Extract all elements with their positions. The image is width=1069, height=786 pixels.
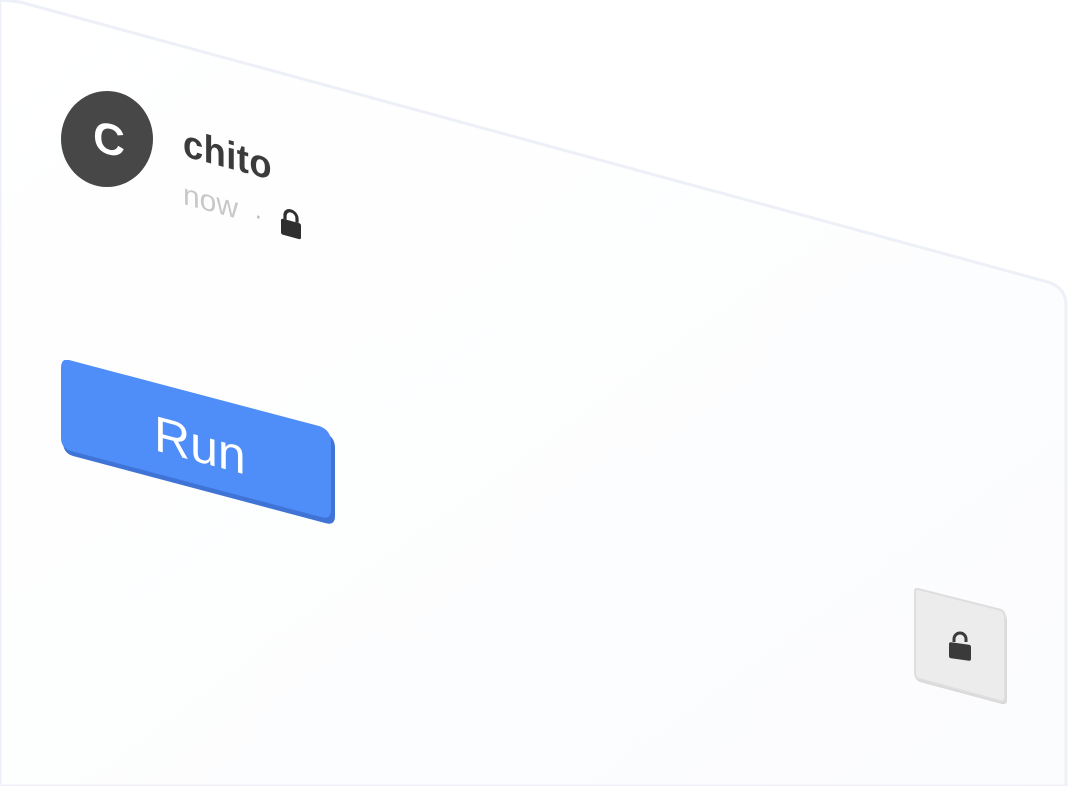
avatar-letter: C [93,112,125,167]
avatar[interactable]: C [61,90,153,188]
run-button[interactable] [61,360,335,524]
lock-button[interactable] [914,588,1008,706]
lock-icon [280,209,301,240]
separator: · [254,198,263,231]
post-card-stage: C chito now · Run [0,0,1069,786]
